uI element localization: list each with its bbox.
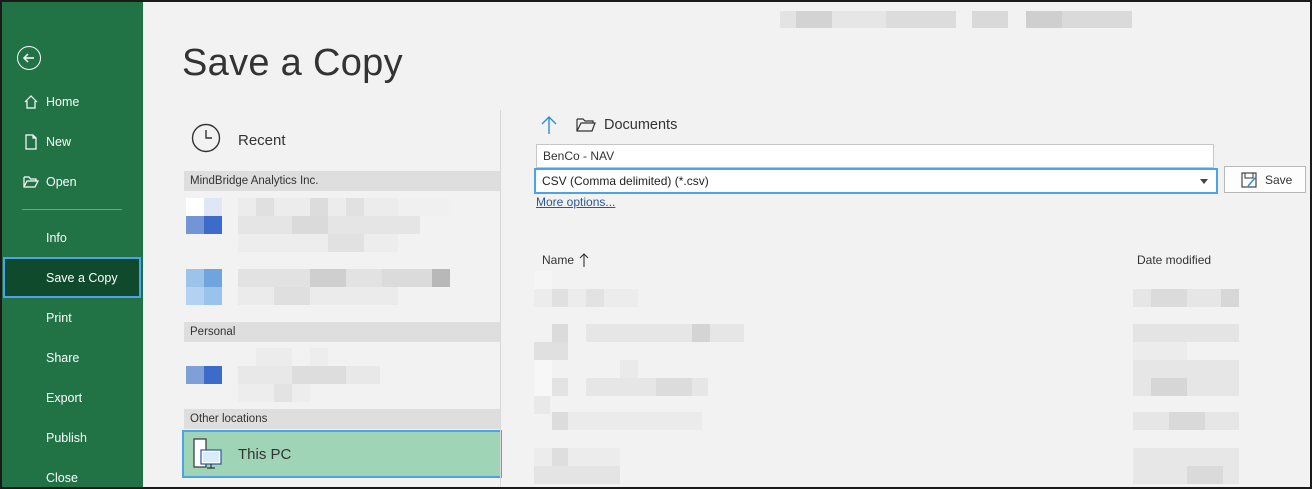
date-modified-column-header[interactable]: Date modified: [1137, 253, 1211, 267]
file-type-value: CSV (Comma delimited) (*.csv): [542, 174, 709, 188]
column-divider: [500, 110, 501, 489]
nav-open[interactable]: Open: [0, 162, 143, 202]
this-pc-location[interactable]: This PC: [182, 430, 502, 478]
section-header-personal: Personal: [184, 322, 500, 342]
nav-open-label: Open: [46, 175, 77, 189]
computer-icon: [192, 437, 224, 471]
nav-export[interactable]: Export: [0, 378, 143, 418]
file-type-select[interactable]: CSV (Comma delimited) (*.csv): [534, 168, 1218, 194]
home-icon: [21, 92, 41, 112]
section-header-other: Other locations: [184, 409, 500, 429]
nav-save-a-copy-label: Save a Copy: [46, 270, 118, 285]
nav-publish-label: Publish: [46, 431, 87, 445]
back-arrow-icon: [22, 53, 34, 63]
current-folder-name[interactable]: Documents: [604, 117, 677, 133]
nav-home-label: Home: [46, 95, 80, 109]
sort-ascending-icon: [579, 252, 589, 268]
onedrive-icon: [186, 198, 222, 234]
nav-info[interactable]: Info: [0, 218, 143, 258]
clock-icon: [190, 122, 222, 159]
section-header-org: MindBridge Analytics Inc.: [184, 171, 500, 191]
folder-icon: [576, 117, 596, 133]
name-column-header[interactable]: Name: [542, 252, 589, 268]
back-button[interactable]: [17, 46, 41, 70]
onedrive-personal-icon: [186, 348, 222, 384]
nav-info-label: Info: [46, 231, 67, 245]
nav-close[interactable]: Close: [0, 458, 143, 489]
save-button-label: Save: [1265, 172, 1293, 187]
nav-print[interactable]: Print: [0, 298, 143, 338]
nav-new[interactable]: New: [0, 122, 143, 162]
up-arrow-icon[interactable]: [538, 114, 560, 136]
sidebar-divider: [22, 209, 122, 210]
nav-new-label: New: [46, 135, 72, 149]
recent-location[interactable]: Recent: [190, 122, 286, 159]
new-document-icon: [21, 132, 41, 152]
open-folder-icon: [21, 172, 41, 192]
page-title: Save a Copy: [182, 42, 403, 84]
backstage-sidebar: Home New Open Info Save a Copy Print Sha…: [0, 0, 143, 489]
nav-share-label: Share: [46, 351, 80, 365]
this-pc-label: This PC: [238, 445, 292, 463]
nav-close-label: Close: [46, 471, 78, 485]
filename-input[interactable]: [536, 144, 1214, 168]
sharepoint-icon: [186, 269, 222, 305]
save-icon: [1241, 171, 1259, 188]
folder-nav-row: Documents: [538, 114, 677, 136]
more-options-link[interactable]: More options...: [536, 195, 615, 209]
save-button[interactable]: Save: [1224, 166, 1306, 193]
nav-share[interactable]: Share: [0, 338, 143, 378]
nav-home[interactable]: Home: [0, 82, 143, 122]
nav-save-a-copy[interactable]: Save a Copy: [3, 257, 141, 298]
dropdown-arrow-icon: [1200, 179, 1208, 184]
name-column-label: Name: [542, 253, 575, 267]
recent-label: Recent: [238, 132, 286, 149]
nav-print-label: Print: [46, 311, 72, 325]
nav-publish[interactable]: Publish: [0, 418, 143, 458]
nav-export-label: Export: [46, 391, 83, 405]
